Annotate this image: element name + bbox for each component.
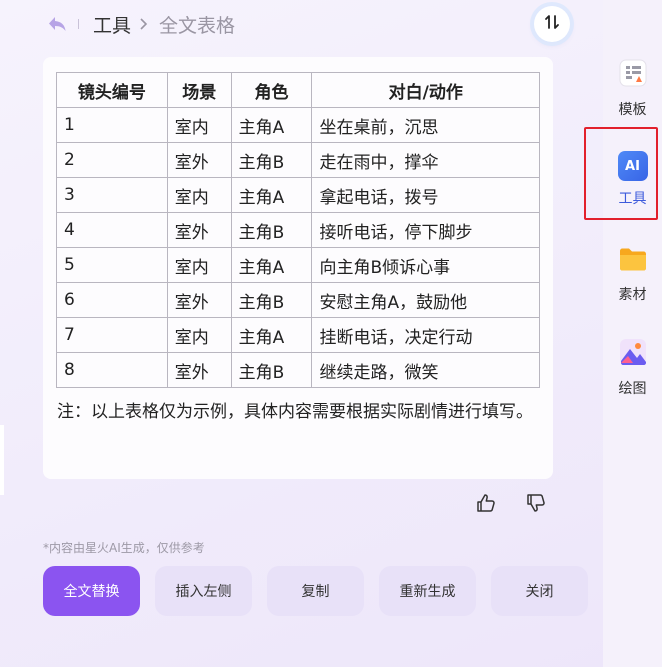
cell-scene: 室外	[166, 212, 232, 248]
rail-item-templates[interactable]: 模板	[603, 58, 662, 119]
thumbs-down-icon[interactable]	[525, 492, 547, 514]
cell-role: 主角A	[230, 177, 313, 213]
chevron-right-icon	[139, 16, 155, 32]
cell-dialogue-action: 走在雨中，撑伞	[311, 142, 540, 178]
cell-scene: 室外	[166, 142, 232, 178]
swap-arrows-icon	[543, 13, 561, 35]
folder-icon	[618, 245, 648, 277]
cell-role: 主角A	[230, 317, 313, 353]
cell-shot-number: 7	[56, 317, 168, 353]
regenerate-button[interactable]: 重新生成	[379, 566, 476, 616]
cell-dialogue-action: 接听电话，停下脚步	[311, 212, 540, 248]
cell-scene: 室内	[166, 107, 232, 143]
cell-scene: 室内	[166, 317, 232, 353]
cell-shot-number: 4	[56, 212, 168, 248]
cell-role: 主角A	[230, 247, 313, 283]
table-row: 2 室外 主角B 走在雨中，撑伞	[56, 142, 540, 178]
rail-item-materials[interactable]: 素材	[603, 245, 662, 304]
cell-dialogue-action: 安慰主角A，鼓励他	[311, 282, 540, 318]
picture-icon	[618, 337, 648, 371]
cell-shot-number: 1	[56, 107, 168, 143]
cell-role: 主角A	[230, 107, 313, 143]
cell-shot-number: 5	[56, 247, 168, 283]
table-row: 6 室外 主角B 安慰主角A，鼓励他	[56, 282, 540, 318]
left-panel-edge	[0, 425, 4, 495]
col-header-dialogue-action: 对白/动作	[311, 72, 540, 108]
rail-label-drawing: 绘图	[618, 381, 647, 397]
header: 工具 全文表格	[46, 8, 235, 40]
table-row: 8 室外 主角B 继续走路，微笑	[56, 352, 540, 388]
cell-scene: 室外	[166, 352, 232, 388]
back-arrow-icon[interactable]	[46, 13, 68, 35]
cell-scene: 室内	[166, 247, 232, 283]
result-card: 镜头编号 场景 角色 对白/动作 1 室内 主角A 坐在桌前，沉思 2 室外 主…	[43, 57, 553, 479]
breadcrumb-current: 全文表格	[159, 14, 236, 37]
cell-shot-number: 2	[56, 142, 168, 178]
table-header-row: 镜头编号 场景 角色 对白/动作	[56, 72, 540, 108]
cell-dialogue-action: 坐在桌前，沉思	[311, 107, 540, 143]
header-separator	[78, 19, 79, 29]
col-header-role: 角色	[230, 72, 313, 108]
cell-scene: 室外	[166, 282, 232, 318]
cell-role: 主角B	[230, 142, 313, 178]
swap-order-button[interactable]	[534, 6, 570, 42]
cell-role: 主角B	[230, 282, 313, 318]
cell-scene: 室内	[166, 177, 232, 213]
cell-role: 主角B	[230, 352, 313, 388]
copy-button[interactable]: 复制	[267, 566, 364, 616]
template-icon	[618, 58, 648, 92]
table-row: 1 室内 主角A 坐在桌前，沉思	[56, 107, 540, 143]
rail-item-drawing[interactable]: 绘图	[603, 337, 662, 398]
cell-shot-number: 3	[56, 177, 168, 213]
cell-dialogue-action: 继续走路，微笑	[311, 352, 540, 388]
cell-shot-number: 6	[56, 282, 168, 318]
table-row: 5 室内 主角A 向主角B倾诉心事	[56, 247, 540, 283]
cell-dialogue-action: 向主角B倾诉心事	[311, 247, 540, 283]
close-button[interactable]: 关闭	[491, 566, 588, 616]
table-row: 3 室内 主角A 拿起电话，拨号	[56, 177, 540, 213]
ai-disclaimer: *内容由星火AI生成，仅供参考	[43, 541, 205, 555]
breadcrumb-tools[interactable]: 工具	[93, 11, 131, 38]
action-bar: 全文替换 插入左侧 复制 重新生成 关闭	[43, 566, 588, 616]
rail-label-templates: 模板	[618, 102, 647, 118]
cell-dialogue-action: 拿起电话，拨号	[311, 177, 540, 213]
thumbs-up-icon[interactable]	[475, 492, 497, 514]
replace-all-button[interactable]: 全文替换	[43, 566, 140, 616]
insert-left-button[interactable]: 插入左侧	[155, 566, 252, 616]
rail-label-materials: 素材	[618, 287, 647, 303]
cell-shot-number: 8	[56, 352, 168, 388]
cell-role: 主角B	[230, 212, 313, 248]
table-row: 7 室内 主角A 挂断电话，决定行动	[56, 317, 540, 353]
col-header-shot-number: 镜头编号	[56, 72, 168, 108]
table-row: 4 室外 主角B 接听电话，停下脚步	[56, 212, 540, 248]
col-header-scene: 场景	[166, 72, 232, 108]
right-rail: 模板 AI 工具 素材 绘图	[603, 0, 662, 667]
tools-highlight-frame	[584, 127, 658, 220]
cell-dialogue-action: 挂断电话，决定行动	[311, 317, 540, 353]
table-note: 注：以上表格仅为示例，具体内容需要根据实际剧情进行填写。	[57, 402, 533, 422]
storyboard-table: 镜头编号 场景 角色 对白/动作 1 室内 主角A 坐在桌前，沉思 2 室外 主…	[56, 72, 540, 388]
